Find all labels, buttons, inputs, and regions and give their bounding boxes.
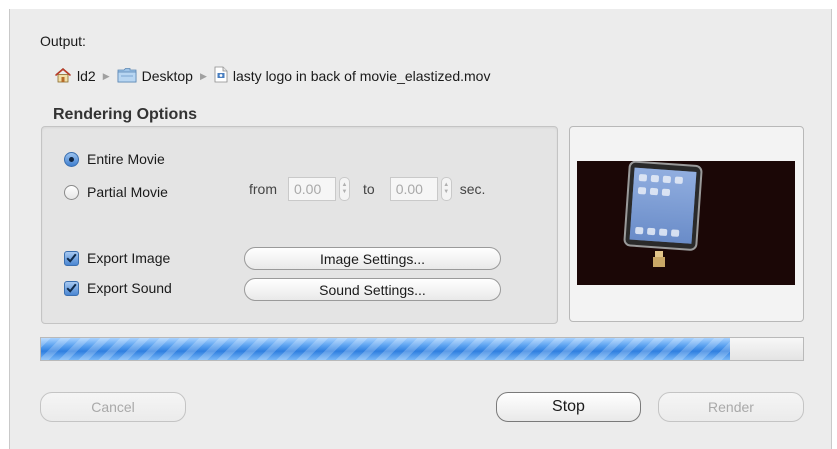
checkmark-icon	[64, 280, 79, 296]
from-label: from	[249, 181, 277, 197]
radio-selected-icon	[64, 151, 79, 167]
output-path-breadcrumb: ld2 ▶ Desktop ▶ lasty logo in back of mo…	[54, 65, 490, 87]
preview-panel	[569, 126, 804, 322]
to-field[interactable]: 0.00	[389, 177, 438, 201]
folder-icon	[117, 67, 137, 86]
to-label: to	[363, 181, 375, 197]
export-image-label: Export Image	[87, 250, 171, 266]
to-stepper[interactable]: ▲ ▼	[440, 177, 452, 201]
up-arrow-icon: ▲	[341, 182, 348, 188]
seconds-unit-label: sec.	[459, 181, 486, 197]
cancel-button[interactable]: Cancel	[40, 392, 186, 422]
output-label: Output:	[40, 33, 86, 49]
export-sound-label: Export Sound	[87, 280, 172, 296]
export-sound-checkbox[interactable]: Export Sound	[64, 280, 172, 296]
path-item-label: ld2	[77, 68, 96, 84]
movie-file-icon	[214, 66, 228, 86]
rendering-options-title: Rendering Options	[53, 106, 197, 123]
up-arrow-icon: ▲	[443, 182, 450, 188]
sound-settings-button[interactable]: Sound Settings...	[244, 278, 501, 301]
path-item-desktop[interactable]: Desktop	[117, 67, 193, 86]
home-icon	[54, 67, 72, 86]
stop-button[interactable]: Stop	[496, 392, 641, 422]
down-arrow-icon: ▼	[341, 189, 348, 195]
render-button[interactable]: Render	[658, 392, 804, 422]
checkmark-icon	[64, 250, 79, 266]
from-stepper[interactable]: ▲ ▼	[339, 177, 350, 201]
path-item-label: Desktop	[141, 68, 193, 84]
from-field[interactable]: 0.00	[288, 177, 336, 201]
path-item-file[interactable]: lasty logo in back of movie_elastized.mo…	[214, 66, 491, 86]
radio-unselected-icon	[64, 184, 79, 200]
partial-movie-radio[interactable]: Partial Movie	[64, 184, 168, 200]
path-separator-icon: ▶	[199, 70, 207, 81]
render-dialog: Output: ld2 ▶ Desktop ▶ lasty logo in ba…	[9, 9, 832, 449]
rendering-options-group: Entire Movie Partial Movie from 0.00 ▲ ▼ …	[41, 126, 558, 324]
export-image-checkbox[interactable]: Export Image	[64, 250, 170, 266]
partial-range-controls: from 0.00 ▲ ▼ to 0.00 ▲ ▼ sec.	[249, 177, 485, 201]
movie-preview-image	[577, 161, 795, 285]
down-arrow-icon: ▼	[443, 189, 450, 195]
path-separator-icon: ▶	[102, 70, 110, 81]
progress-fill	[41, 338, 730, 360]
entire-movie-radio[interactable]: Entire Movie	[64, 151, 165, 167]
path-item-label: lasty logo in back of movie_elastized.mo…	[232, 68, 491, 84]
entire-movie-label: Entire Movie	[87, 151, 165, 167]
render-progress-bar	[40, 337, 804, 361]
partial-movie-label: Partial Movie	[87, 184, 168, 200]
image-settings-button[interactable]: Image Settings...	[244, 247, 501, 270]
path-item-home[interactable]: ld2	[54, 67, 96, 86]
